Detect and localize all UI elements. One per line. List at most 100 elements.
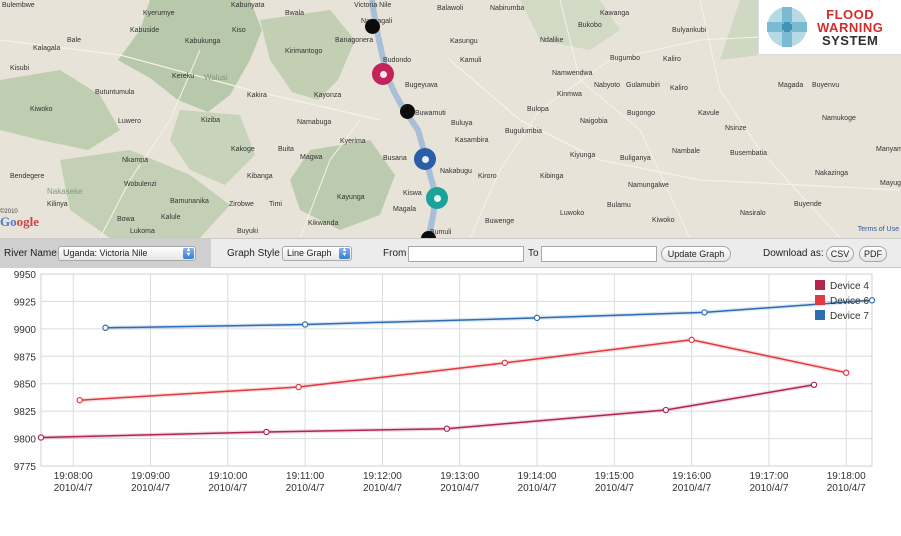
x-tick-date-label: 2010/4/7: [827, 483, 866, 494]
logo-word-flood: FLOOD: [826, 6, 875, 22]
y-tick-label: 9775: [14, 462, 37, 473]
select-arrows-icon: ▲ ▼: [339, 247, 350, 259]
x-tick-label: 19:10:00: [208, 471, 247, 482]
map-place-label: Buwenge: [485, 218, 515, 225]
data-point: [843, 369, 850, 376]
series-line: [105, 299, 873, 329]
map-place-label: Kibanga: [247, 173, 273, 180]
map-place-label: Kisubi: [10, 65, 30, 72]
x-tick-date-label: 2010/4/7: [286, 483, 325, 494]
map-place-label: Kakira: [247, 92, 267, 99]
map-place-label: Bulamu: [607, 202, 631, 209]
river-name-select[interactable]: Uganda: Victoria Nile ▲ ▼: [58, 246, 196, 261]
map-place-label: Bugulumbia: [505, 128, 542, 135]
water-level-chart: 9775 9800 9825 9850 9875 9900 9925 9950 19:08:00…: [0, 268, 901, 508]
y-tick-label: 9950: [14, 270, 37, 281]
map-place-label: Manyamuy: [876, 146, 901, 153]
device-marker-icon[interactable]: [372, 63, 394, 85]
to-date-input[interactable]: [541, 246, 657, 262]
map-place-label: Banagonera: [335, 37, 374, 44]
map-place-label: Bwala: [285, 10, 305, 17]
map-place-label: Namwendwa: [552, 70, 593, 77]
map-place-label: Nakabugu: [440, 168, 472, 175]
map-place-label: Luwoko: [560, 210, 585, 217]
y-tick-label: 9800: [14, 435, 37, 446]
x-tick-label: 19:16:00: [672, 471, 711, 482]
graph-style-select[interactable]: Line Graph ▲ ▼: [282, 246, 352, 261]
data-point: [37, 434, 45, 441]
map-place-label: Buyenvu: [812, 82, 840, 89]
data-point: [263, 428, 270, 436]
map-place-label: Bale: [67, 37, 82, 44]
x-tick-date-label: 2010/4/7: [208, 483, 247, 494]
map-place-label: Buyende: [794, 201, 822, 208]
x-tick-label: 19:08:00: [54, 471, 93, 482]
river-name-value: Uganda: Victoria Nile: [63, 248, 148, 258]
station-marker-icon[interactable]: [365, 19, 380, 34]
x-tick-label: 19:11:00: [286, 471, 325, 482]
map-place-label: Buyuki: [237, 228, 259, 235]
map-place-label: Kiroro: [478, 173, 497, 180]
map-place-label: Kiyunga: [570, 152, 596, 159]
map-place-label: Kalule: [161, 214, 181, 221]
map-place-label: Namukoge: [822, 115, 856, 122]
legend-swatch: [815, 295, 825, 305]
station-marker-icon[interactable]: [400, 104, 415, 119]
map-place-label: Kereku: [172, 73, 195, 80]
map-place-label: Buita: [278, 146, 294, 153]
map-place-label: Busembatia: [730, 150, 767, 157]
map-place-label: Bulyankubi: [672, 27, 707, 34]
map-place-label: Buwamuti: [415, 110, 446, 117]
x-tick-date-label: 2010/4/7: [54, 483, 93, 494]
map-place-label: Mayuge: [880, 180, 901, 187]
map-place-label: Magada: [778, 82, 804, 89]
map-place-label: Nakaseke: [47, 187, 83, 196]
map-place-label: Kasungu: [450, 38, 478, 45]
data-point: [295, 383, 302, 391]
map-place-label: Kikwanda: [308, 220, 339, 227]
download-csv-button[interactable]: CSV: [826, 246, 854, 262]
update-graph-button[interactable]: Update Graph: [661, 246, 731, 262]
x-tick-label: 19:09:00: [131, 471, 170, 482]
map-place-label: Nkampa: [122, 157, 149, 164]
y-tick-label: 9850: [14, 380, 37, 391]
map-place-label: Butuntumula: [95, 89, 135, 96]
map-place-label: Kiziba: [201, 117, 221, 124]
map-place-label: Kalagala: [33, 45, 61, 52]
download-pdf-button[interactable]: PDF: [859, 246, 887, 262]
data-point: [102, 324, 109, 331]
device-marker-icon[interactable]: [414, 148, 436, 170]
map-place-label: Bendegere: [10, 173, 45, 180]
graph-style-label: Graph Style: [227, 248, 280, 259]
from-date-input[interactable]: [408, 246, 524, 262]
map-place-label: Kibinga: [540, 173, 564, 180]
legend-swatch: [815, 310, 825, 320]
map-place-label: Bukobo: [578, 22, 602, 29]
select-arrows-icon: ▲ ▼: [183, 247, 194, 259]
map-place-label: Kiwoko: [652, 217, 675, 224]
map-place-label: Magala: [393, 206, 416, 213]
map-place-label: Kabukunga: [185, 38, 221, 45]
map-place-label: Bugeyuwa: [405, 82, 438, 89]
map-view[interactable]: Bulembwe Kyerumye Kabunyata Bwala Victoria N…: [0, 0, 901, 238]
map-place-label: Naigobia: [580, 118, 608, 125]
data-point: [443, 425, 451, 432]
map-place-label: Kaliro: [663, 56, 681, 63]
x-tick-date-label: 2010/4/7: [672, 483, 711, 494]
x-tick-date-label: 2010/4/7: [131, 483, 170, 494]
x-tick-date-label: 2010/4/7: [440, 483, 479, 494]
map-place-label: Kawanga: [600, 10, 630, 17]
map-place-label: Kiswa: [403, 190, 422, 197]
device-marker-icon[interactable]: [426, 187, 448, 209]
map-terms-link[interactable]: Terms of Use: [858, 226, 899, 233]
google-logo: Google: [0, 214, 40, 229]
chart-canvas: 9775 9800 9825 9850 9875 9900 9925 9950 19:08:00…: [14, 270, 876, 494]
map-place-label: Kinmwa: [557, 91, 582, 98]
legend-swatch: [815, 280, 825, 290]
series-line-shadow: [105, 298, 873, 330]
river-name-label: River Name: [4, 248, 57, 259]
data-point: [76, 396, 83, 404]
graph-toolbar: River Name Uganda: Victoria Nile ▲ ▼ Grap…: [0, 238, 901, 268]
map-place-label: Namungalwe: [628, 182, 669, 189]
map-place-label: Kabunyata: [231, 2, 265, 9]
